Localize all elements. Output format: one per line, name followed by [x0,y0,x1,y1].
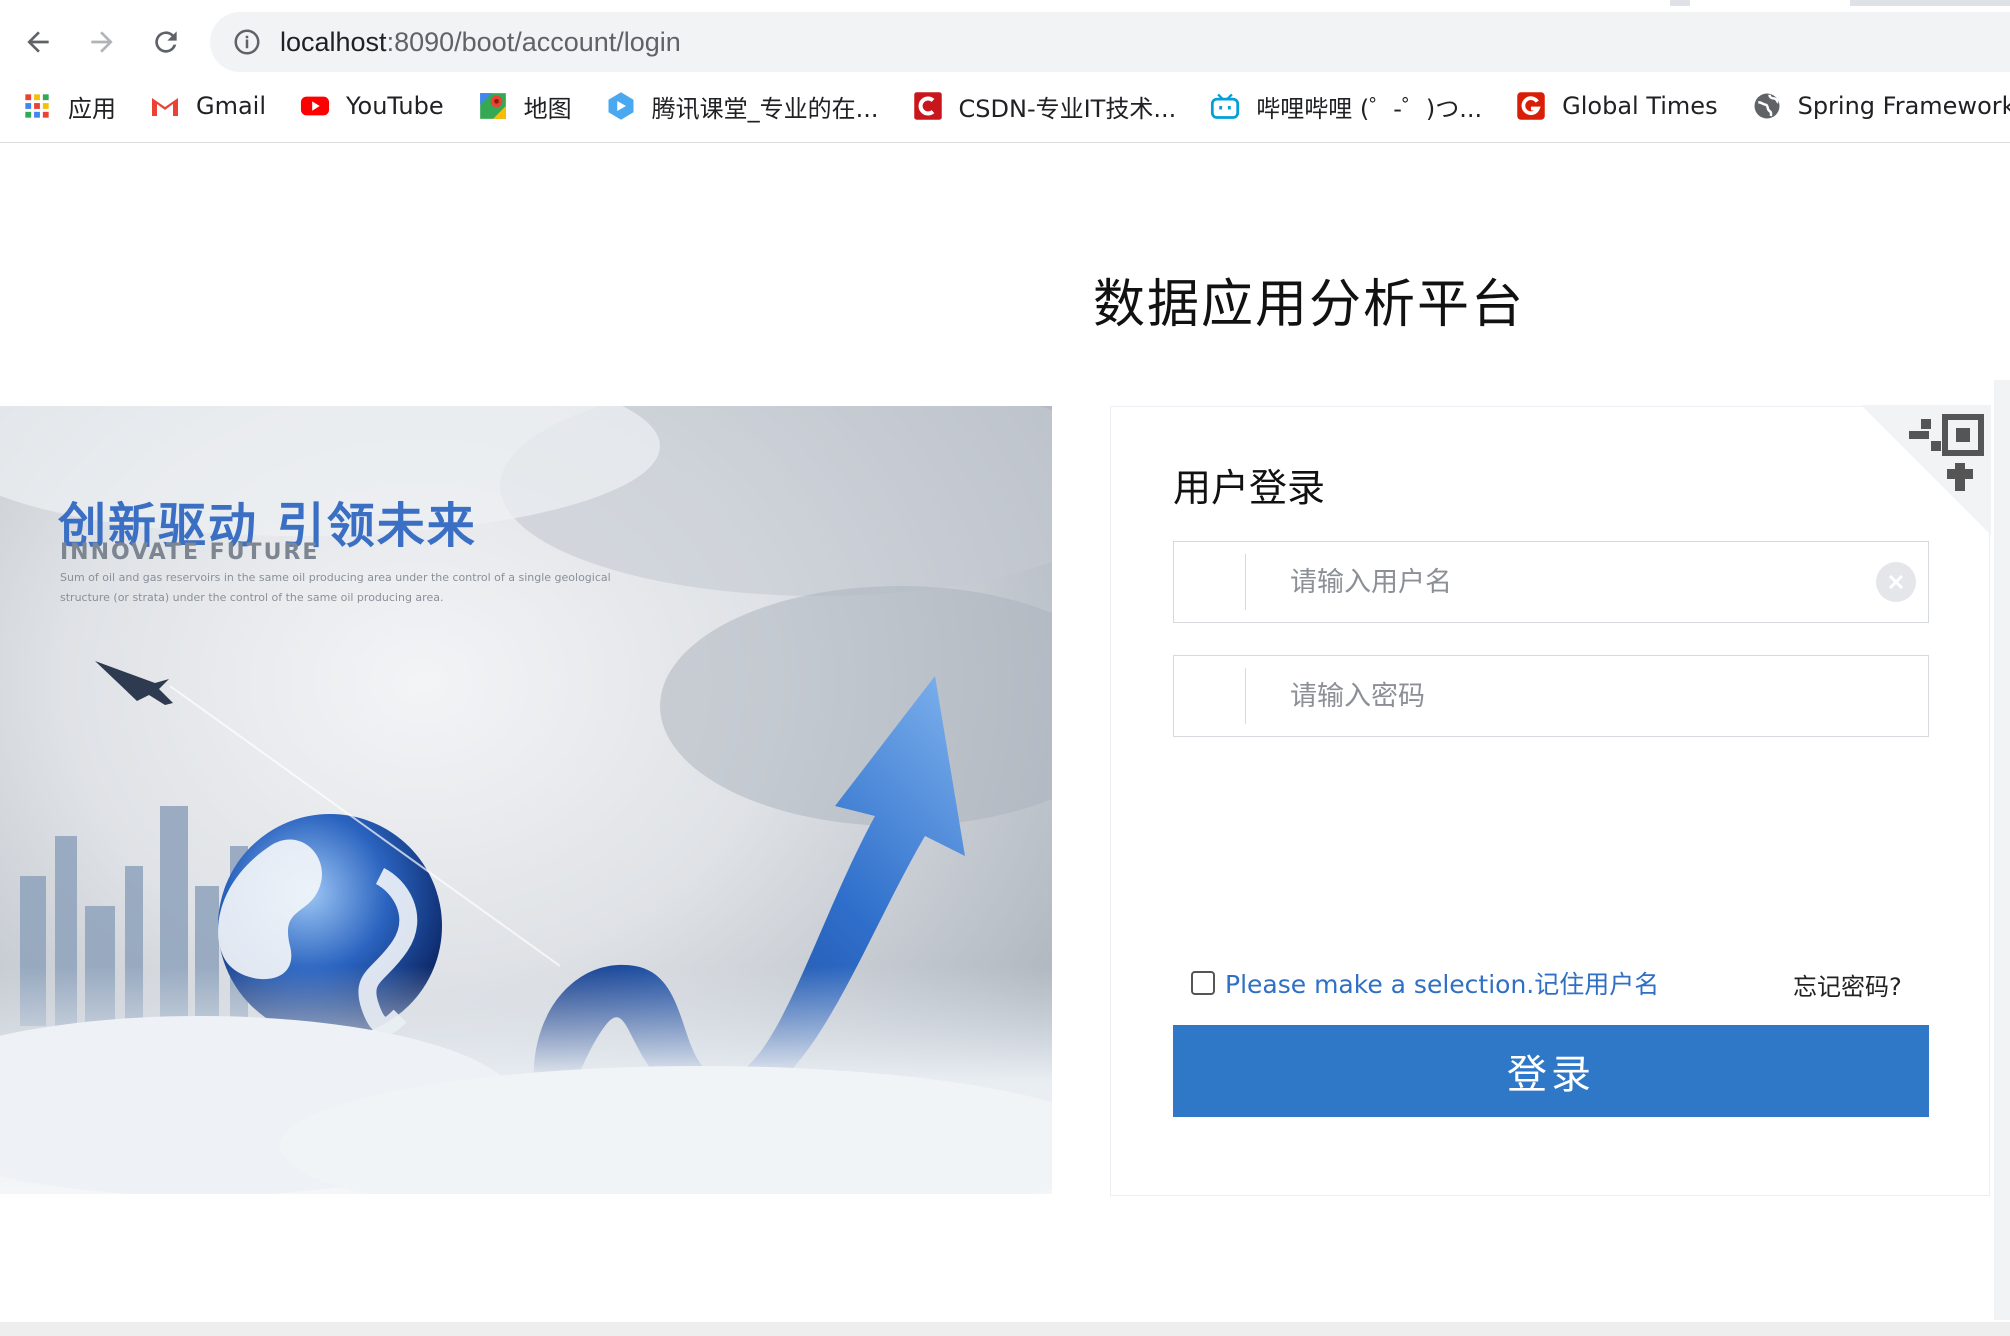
maps-icon [478,91,508,121]
apps-grid-icon [22,91,52,121]
bookmark-label: Gmail [196,92,267,120]
login-button[interactable]: 登录 [1173,1025,1929,1117]
gmail-icon [150,91,180,121]
forward-button[interactable] [78,18,126,66]
arrow-right-icon [91,31,113,53]
bookmark-label: 应用 [68,94,116,123]
login-card: 用户登录 Please make a selection.记住用户名 忘记密码?… [1110,405,1991,1196]
bilibili-icon [1210,91,1240,121]
youtube-icon [300,91,330,121]
bookmark-apps[interactable]: 应用 [22,89,116,124]
bookmarks-bar: 应用 Gmail YouTube 地图 腾讯课堂_专业的在... CSDN-专业… [0,84,2010,128]
hero-banner: 创新驱动 引领未来 INNOVATE FUTURE Sum of oil and… [0,406,1052,1194]
bookmark-label: 腾讯课堂_专业的在... [651,94,879,123]
bottom-bar [0,1322,2010,1336]
username-field[interactable] [1173,541,1929,623]
user-icon [1174,554,1246,610]
close-icon [1888,574,1904,590]
forgot-password-link[interactable]: 忘记密码? [1793,967,1902,1002]
remember-checkbox[interactable] [1191,971,1215,995]
bookmark-label: Global Times [1562,92,1718,120]
bookmark-youtube[interactable]: YouTube [300,91,444,121]
active-tab[interactable] [0,0,1670,6]
remember-username[interactable]: Please make a selection.记住用户名 [1191,965,1659,1001]
back-button[interactable] [14,18,62,66]
password-field[interactable] [1173,655,1929,737]
qr-login-toggle[interactable] [1861,405,1991,535]
bookmark-bilibili[interactable]: 哔哩哔哩 (゜-゜)つ... [1210,89,1482,124]
globe-icon [1752,91,1782,121]
reload-button[interactable] [142,18,190,66]
page-title: 数据应用分析平台 [1093,275,1526,335]
bookmark-global-times[interactable]: Global Times [1516,91,1718,121]
bookmark-label: CSDN-专业IT技术... [958,94,1177,123]
csdn-icon [913,91,943,121]
bookmark-tencent-class[interactable]: 腾讯课堂_专业的在... [606,89,879,124]
password-input[interactable] [1288,679,1848,713]
remember-label: Please make a selection.记住用户名 [1225,970,1660,999]
global-times-icon [1516,91,1546,121]
url-text[interactable]: localhost:8090/boot/account/login [280,27,681,58]
login-heading: 用户登录 [1173,466,1326,510]
reload-icon [155,31,177,53]
arrow-left-icon [27,31,49,53]
url-path: :8090/boot/account/login [386,26,681,57]
address-bar[interactable]: localhost:8090/boot/account/login [210,12,2010,72]
tab-strip [0,0,2010,6]
bookmark-spring-framework[interactable]: Spring Framework [1752,91,2010,121]
username-input[interactable] [1288,565,1848,599]
qr-code-icon [1861,405,1991,535]
info-icon[interactable] [232,27,262,57]
bookmark-maps[interactable]: 地图 [478,89,572,124]
browser-toolbar: localhost:8090/boot/account/login 应用 Gma… [0,0,2010,143]
bookmark-label: Spring Framework [1797,92,2010,120]
bookmark-label: 地图 [523,94,572,123]
lock-icon [1174,668,1246,724]
bookmark-label: 哔哩哔哩 (゜-゜)つ... [1256,94,1483,123]
bookmark-gmail[interactable]: Gmail [150,91,266,121]
tencent-class-icon [606,91,636,121]
bookmark-csdn[interactable]: CSDN-专业IT技术... [913,89,1177,124]
url-host: localhost [280,26,387,57]
page-edge [1994,380,2010,1320]
hero-description: Sum of oil and gas reservoirs in the sam… [60,571,611,604]
clear-username-button[interactable] [1876,562,1916,602]
inactive-tab[interactable] [1690,0,1850,6]
bookmark-label: YouTube [346,92,444,120]
hero-subtitle: INNOVATE FUTURE [60,540,320,565]
